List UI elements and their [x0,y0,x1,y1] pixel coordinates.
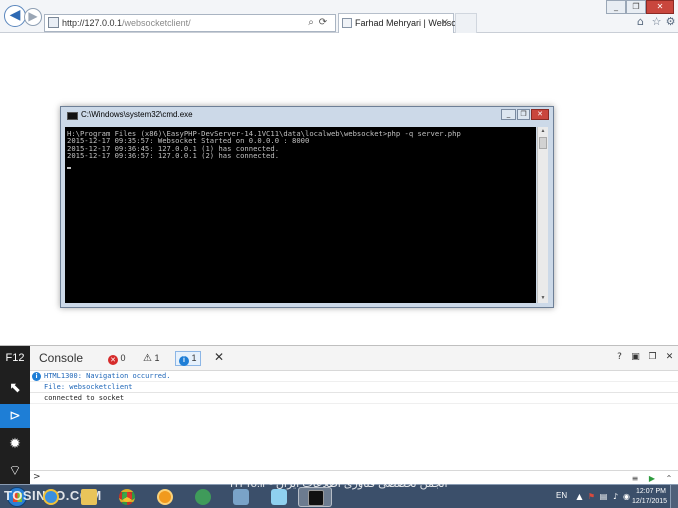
tray-app-icon[interactable]: ◉ [622,492,631,501]
expand-icon[interactable]: ⌃ [664,473,674,484]
devtools-rail: F12 ⬉ ⊳ ✹ ⌔ [0,346,30,486]
console-prompt: > [33,472,41,482]
tab-websocket-client[interactable]: Farhad Mehryari | Websock... × [338,13,473,33]
taskbar-explorer-app[interactable] [72,487,106,507]
taskbar-ie-app[interactable] [34,487,68,507]
taskbar-paint-app[interactable] [224,487,258,507]
page-icon [48,17,59,28]
internet-explorer-icon [43,489,59,505]
console-header: Console ✕ 0 ⚠ 1 i 1 ✕ ? ▣ ❐ ✕ [30,346,678,371]
address-url: http://127.0.0.1/websocketclient/ [62,18,191,28]
help-icon[interactable]: ? [614,351,625,363]
search-icon[interactable]: ⌕ [305,16,317,30]
console-icon[interactable]: ⊳ [0,404,30,428]
dock-icon[interactable]: ▣ [630,351,641,363]
media-player-icon [157,489,173,505]
folder-icon [81,489,97,505]
taskbar-notes-app[interactable] [262,487,296,507]
close-window-button[interactable]: ✕ [646,0,674,14]
taskbar-media-app[interactable] [148,487,182,507]
taskbar-network-app[interactable] [186,487,220,507]
network-tray-icon[interactable]: ▤ [599,492,608,501]
cmd-close-button[interactable]: ✕ [531,109,549,120]
taskbar: TOSINSO.COM ITPro.ir - انجمن تخصصی فناور… [0,478,678,508]
tab-close-icon[interactable]: × [441,17,449,28]
message-text: HTML1300: Navigation occurred. [44,372,171,380]
messages-filter-button[interactable]: i 1 [175,351,201,366]
back-button[interactable]: ◀ [4,5,26,27]
cmd-app-icon [67,112,78,120]
home-icon[interactable]: ⌂ [634,15,647,28]
volume-icon[interactable]: ♪ [611,492,620,501]
f12-label: F12 [5,352,25,364]
scroll-down-icon[interactable]: ▼ [539,294,547,302]
cmd-output[interactable]: H:\Program Files (x86)\EasyPHP-DevServer… [65,127,536,303]
tab-favicon [342,18,352,28]
settings-gear-icon[interactable]: ⚙ [664,15,677,28]
address-bar[interactable]: http://127.0.0.1/websocketclient/ ⌕ ⟳ [44,14,336,32]
cmd-icon [308,490,324,506]
messages-count: 1 [191,353,197,363]
maximize-button[interactable]: ❐ [626,0,646,14]
tray-expand-icon[interactable]: ▲ [575,492,584,501]
message-file-link[interactable]: File: websocketclient [44,383,133,391]
close-devtools-icon[interactable]: ✕ [664,351,675,363]
clear-console-icon[interactable]: ✕ [214,350,224,364]
console-messages: i HTML1300: Navigation occurred. File: w… [30,371,678,469]
scroll-up-icon[interactable]: ▲ [539,127,547,135]
scroll-thumb[interactable] [539,137,547,149]
clock-time[interactable]: 12:07 PM [636,488,666,495]
info-icon: i [32,372,41,381]
paint-icon [233,489,249,505]
language-indicator[interactable]: EN [556,491,567,500]
cmd-minimize-button[interactable]: _ [501,109,516,120]
clock-date[interactable]: 12/17/2015 [632,498,667,505]
network-icon[interactable]: ⌔ [0,459,30,483]
minimize-button[interactable]: _ [606,0,626,14]
show-desktop-button[interactable] [670,485,678,508]
warnings-count: 1 [154,353,160,363]
cmd-title: C:\Windows\system32\cmd.exe [81,110,193,119]
browser-toolbar: ◀ ▶ http://127.0.0.1/websocketclient/ ⌕ … [0,0,678,33]
f12-devtools: F12 ⬉ ⊳ ✹ ⌔ Console ✕ 0 ⚠ 1 i 1 ✕ ? ▣ ❐ [0,345,678,486]
taskbar-chrome-app[interactable] [110,487,144,507]
chrome-icon [119,489,135,505]
cmd-maximize-button[interactable]: ❐ [517,109,530,120]
favorites-star-icon[interactable]: ☆ [650,15,663,28]
cmd-cursor [67,166,71,169]
info-icon: i [179,356,189,366]
action-center-icon[interactable]: ⚑ [587,492,596,501]
refresh-icon[interactable]: ⟳ [317,16,329,30]
notes-icon [271,489,287,505]
cmd-window[interactable]: C:\Windows\system32\cmd.exe _ ❐ ✕ H:\Pro… [60,106,554,308]
undock-icon[interactable]: ❐ [647,351,658,363]
cmd-line: 2015-12-17 09:36:57: 127.0.0.1 (2) has c… [67,151,280,161]
debugger-icon[interactable]: ✹ [0,432,30,456]
network-tool-icon [195,489,211,505]
console-message-detail: File: websocketclient [30,382,678,393]
dom-explorer-icon[interactable]: ⬉ [0,376,30,400]
warnings-filter-button[interactable]: ⚠ 1 [139,351,164,366]
forward-button[interactable]: ▶ [24,8,42,26]
console-message: i HTML1300: Navigation occurred. [30,371,678,382]
errors-filter-button[interactable]: ✕ 0 [104,351,130,366]
run-icon[interactable]: ▶ [647,473,657,484]
error-icon: ✕ [108,355,118,365]
screen: ◀ ▶ http://127.0.0.1/websocketclient/ ⌕ … [0,0,678,508]
new-tab-button[interactable] [455,13,477,33]
multiline-icon[interactable]: ≡ [630,473,640,484]
warning-icon: ⚠ [143,353,152,364]
watermark-itpro: ITPro.ir - انجمن تخصصی فناوری اطلاعات ای… [230,478,448,490]
errors-count: 0 [120,353,126,363]
message-text: connected to socket [44,394,125,402]
cmd-scrollbar[interactable]: ▲ ▼ [537,127,548,303]
console-title: Console [39,351,84,365]
taskbar-cmd-app[interactable] [298,487,332,507]
console-message: connected to socket [30,393,678,404]
